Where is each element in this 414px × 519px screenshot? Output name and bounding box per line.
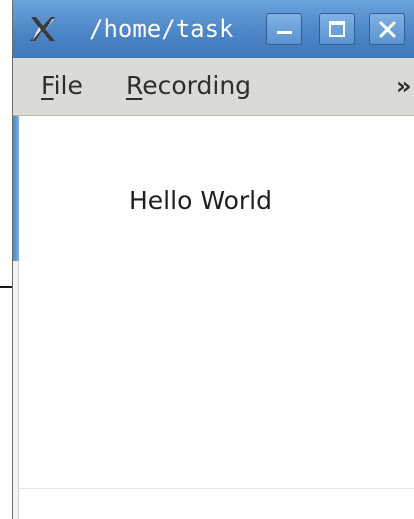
menu-recording-label: ecording [142, 71, 252, 100]
window-title: /home/task [89, 15, 234, 43]
menu-file-label: ile [53, 71, 83, 100]
menu-overflow-button[interactable]: » [396, 70, 412, 102]
menu-bar: File Recording » [13, 58, 414, 116]
menu-recording[interactable]: Recording [126, 70, 251, 102]
minimize-icon [277, 31, 292, 34]
menu-file-mnemonic: F [41, 71, 54, 100]
maximize-button[interactable] [319, 13, 355, 45]
desktop: /home/task File Recording » Hello World [0, 0, 414, 519]
x-app-icon[interactable] [27, 14, 57, 44]
window-bottom-area [19, 488, 414, 519]
title-bar[interactable]: /home/task [13, 0, 414, 58]
maximize-icon [329, 21, 345, 37]
app-window: /home/task File Recording » Hello World [12, 0, 414, 519]
content-area [19, 116, 414, 488]
minimize-button[interactable] [266, 13, 302, 45]
menu-recording-mnemonic: R [126, 71, 143, 100]
close-icon [379, 21, 396, 38]
close-button[interactable] [369, 13, 405, 45]
menu-file[interactable]: File [41, 70, 83, 102]
hello-world-text: Hello World [129, 186, 272, 215]
